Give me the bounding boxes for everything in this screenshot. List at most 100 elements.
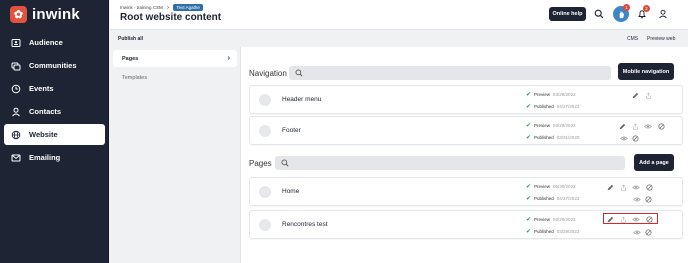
view-eye-icon[interactable] (633, 195, 641, 203)
page-icon (259, 125, 271, 137)
navigation-title: Navigation (249, 68, 287, 78)
preview-status: ✔ Preview 06/30/2022 (526, 184, 576, 190)
item-name: Footer (282, 127, 301, 134)
sidebar-item-events[interactable]: Events (4, 78, 105, 99)
mobile-navigation-button[interactable]: Mobile navigation (618, 63, 674, 80)
sidebar-item-label: Contacts (29, 107, 62, 116)
search-icon (295, 69, 303, 77)
apps-notification-badge: 1 (623, 4, 630, 11)
main-panel: Navigation Mobile navigation Header menu… (240, 47, 688, 263)
sidebar-item-emailing[interactable]: Emailing (4, 147, 105, 168)
left-item-label: Templates (122, 74, 148, 81)
navigation-header: Navigation (249, 66, 611, 80)
brand-name: inwink (32, 6, 80, 23)
preview-web-link[interactable]: Preview web (647, 36, 675, 42)
item-name: Header menu (282, 96, 322, 103)
sidebar-item-label: Audience (29, 38, 63, 47)
disable-circle-icon[interactable] (645, 183, 653, 191)
brand-logo[interactable]: ✿ inwink (10, 6, 80, 23)
list-item[interactable]: Footer ✔ Preview 03/29/2022 ✔ Published … (249, 116, 683, 145)
list-item[interactable]: Header menu ✔ Preview 03/29/2022 ✔ Publi… (249, 85, 683, 114)
sidebar-item-communities[interactable]: Communities (4, 55, 105, 76)
published-row-actions (633, 228, 652, 236)
disable-circle-icon[interactable] (644, 195, 652, 203)
list-item[interactable]: Home ✔ Preview 06/30/2022 ✔ Published 04… (249, 177, 683, 206)
pages-title: Pages (249, 158, 272, 168)
item-actions (631, 91, 652, 99)
edit-pencil-icon[interactable] (631, 91, 639, 99)
item-actions (606, 215, 653, 223)
view-eye-icon[interactable] (632, 183, 640, 191)
item-actions (606, 183, 653, 191)
published-status: ✔ Published 03/29/2022 (526, 229, 580, 235)
search-icon (281, 159, 289, 167)
edit-pencil-icon[interactable] (606, 183, 614, 191)
breadcrumb-item[interactable]: Inwink - training CSM (120, 5, 163, 10)
breadcrumb-separator: > (166, 5, 170, 10)
preview-status: ✔ Preview 03/29/2022 (526, 123, 576, 129)
check-icon: ✔ (526, 184, 532, 190)
sidebar-item-contacts[interactable]: Contacts (4, 101, 105, 122)
page-title: Root website content (120, 12, 222, 23)
check-icon: ✔ (526, 92, 532, 98)
check-icon: ✔ (526, 196, 532, 202)
check-icon: ✔ (526, 123, 532, 129)
page-icon (259, 94, 271, 106)
check-icon: ✔ (526, 217, 532, 223)
globe-icon (11, 130, 21, 139)
content-type-list: Pages › Templates (113, 50, 237, 88)
sidebar-nav: Audience Communities Events Contacts Web… (4, 32, 105, 170)
publish-all-button[interactable]: Publish all (118, 36, 143, 42)
view-eye-icon[interactable] (644, 122, 652, 130)
sidebar-item-audience[interactable]: Audience (4, 32, 105, 53)
sidebar-item-label: Communities (29, 61, 77, 70)
hand-icon (619, 10, 624, 18)
published-status: ✔ Published 04/27/2022 (526, 104, 580, 110)
bell-notification-badge: 2 (643, 5, 650, 12)
published-status: ✔ Published 03/31/2020 (526, 135, 580, 141)
cms-link[interactable]: CMS (627, 36, 638, 42)
edit-pencil-icon[interactable] (618, 122, 626, 130)
search-icon[interactable] (592, 7, 606, 21)
publish-icon[interactable] (619, 215, 627, 223)
sidebar-item-label: Website (29, 130, 58, 139)
item-name: Home (282, 188, 300, 195)
view-eye-icon[interactable] (620, 134, 628, 142)
disable-circle-icon[interactable] (644, 228, 652, 236)
disable-circle-icon[interactable] (631, 134, 639, 142)
published-status: ✔ Published 04/27/2022 (526, 196, 580, 202)
navigation-search-input[interactable] (289, 66, 611, 80)
add-page-button[interactable]: Add a page (634, 154, 674, 171)
check-icon: ✔ (526, 104, 532, 110)
online-help-button[interactable]: Online help (549, 7, 586, 21)
view-eye-icon[interactable] (632, 215, 640, 223)
publish-icon[interactable] (644, 91, 652, 99)
environment-badge[interactable]: Test Agathe (173, 4, 203, 11)
sidebar-item-website[interactable]: Website (4, 124, 105, 145)
published-row-actions (620, 134, 639, 142)
id-card-icon (11, 38, 21, 47)
calendar-icon (11, 84, 21, 93)
left-item-pages[interactable]: Pages › (113, 50, 237, 67)
bell-icon[interactable]: 2 (635, 5, 650, 21)
publish-icon[interactable] (619, 183, 627, 191)
top-bar: Inwink - training CSM > Test Agathe Root… (110, 0, 688, 30)
edit-pencil-icon[interactable] (606, 215, 614, 223)
preview-status: ✔ Preview 03/29/2022 (526, 217, 576, 223)
chevron-right-icon: › (227, 55, 230, 62)
disable-circle-icon[interactable] (645, 215, 653, 223)
publish-icon[interactable] (631, 122, 639, 130)
communities-icon (11, 62, 21, 70)
disable-circle-icon[interactable] (657, 122, 665, 130)
item-actions (618, 122, 665, 130)
left-item-templates[interactable]: Templates (113, 69, 237, 86)
list-item[interactable]: Rencontres test ✔ Preview 03/29/2022 ✔ P… (249, 210, 683, 239)
page-icon (259, 186, 271, 198)
item-name: Rencontres test (282, 221, 328, 228)
sidebar: ✿ inwink Audience Communities Events Con… (0, 0, 109, 263)
view-eye-icon[interactable] (633, 228, 641, 236)
apps-button[interactable]: 1 (613, 4, 630, 22)
pages-search-input[interactable] (275, 156, 625, 170)
user-icon[interactable] (656, 7, 670, 21)
page-icon (259, 219, 271, 231)
